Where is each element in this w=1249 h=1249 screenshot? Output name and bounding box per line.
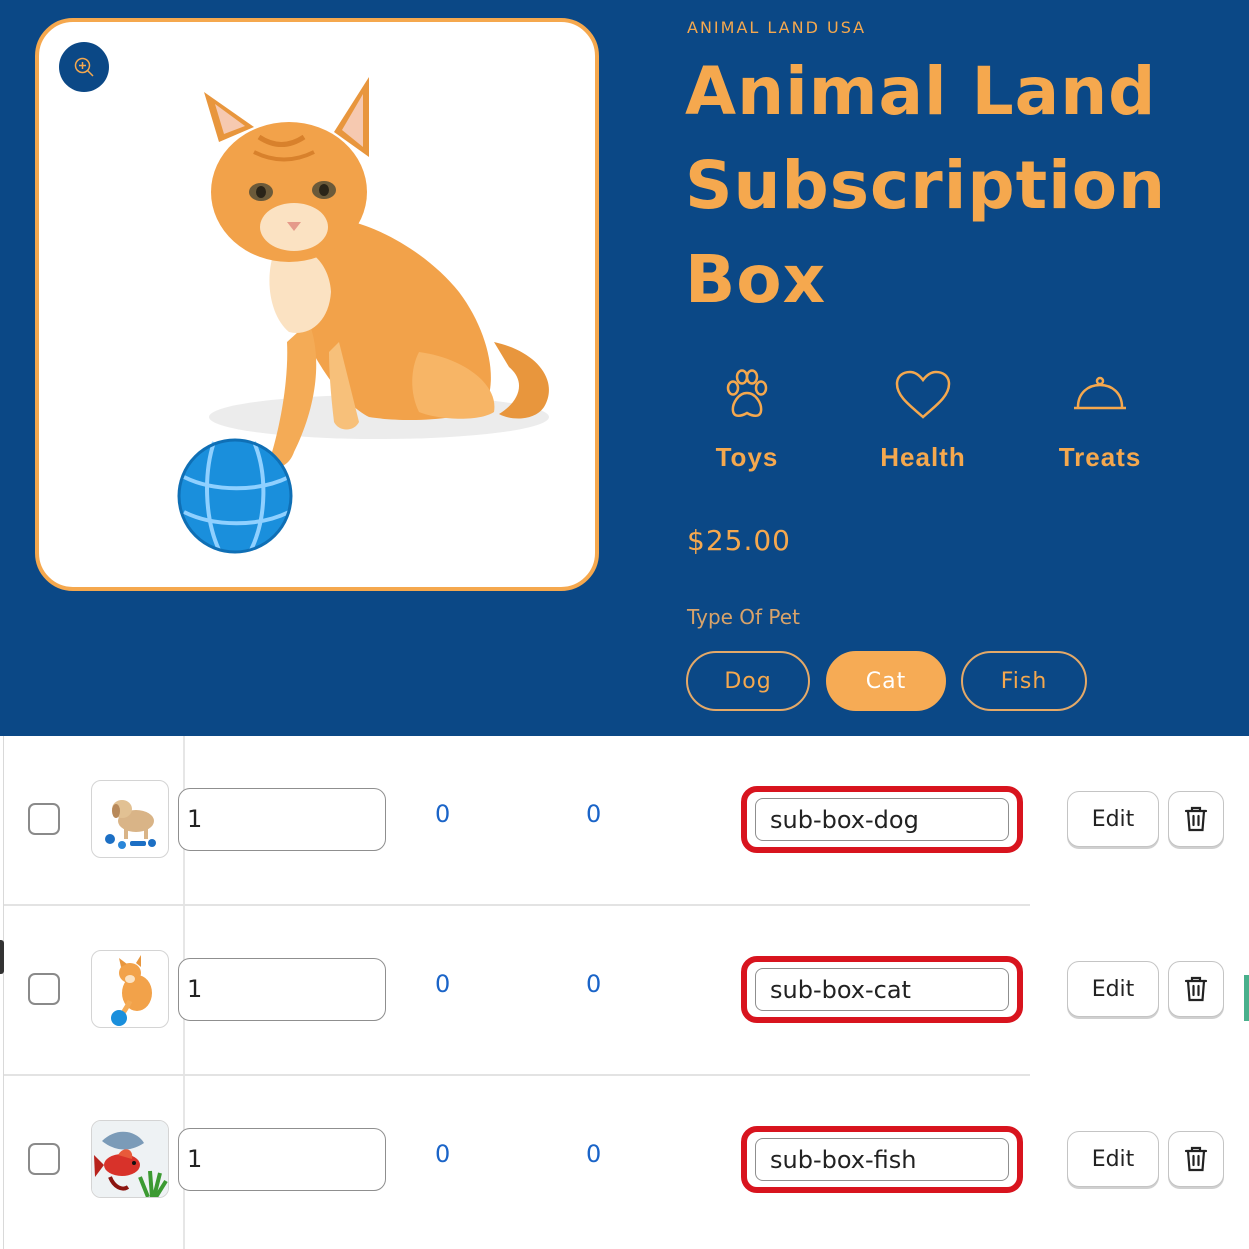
feature-toys: Toys: [667, 362, 827, 473]
table-row: 1 0 0 sub-box-cat Edit: [0, 906, 1249, 1076]
product-vendor: ANIMAL LAND USA: [687, 18, 867, 37]
row-checkbox[interactable]: [28, 1143, 60, 1175]
stock-value[interactable]: 0: [435, 800, 450, 828]
cloche-icon: [1074, 376, 1126, 410]
option-label: Type Of Pet: [687, 605, 800, 629]
trash-icon: [1184, 976, 1208, 1002]
edit-button[interactable]: Edit: [1067, 961, 1159, 1017]
zoom-in-icon: [74, 57, 94, 77]
sku-highlight: sub-box-fish: [741, 1126, 1023, 1193]
sku-input[interactable]: sub-box-dog: [755, 798, 1009, 841]
option-fish[interactable]: Fish: [961, 651, 1087, 711]
variant-table: 1 0 0 sub-box-dog Edit 1 0 0 sub-box-cat…: [0, 736, 1249, 1249]
sku-highlight: sub-box-cat: [741, 956, 1023, 1023]
product-title: Animal Land Subscription Box: [685, 53, 1167, 318]
fish-image: [92, 1121, 168, 1197]
row-checkbox[interactable]: [28, 973, 60, 1005]
edit-button[interactable]: Edit: [1067, 791, 1159, 847]
stock-value[interactable]: 0: [586, 800, 601, 828]
paw-icon: [726, 369, 768, 417]
quantity-input[interactable]: 1: [178, 1128, 386, 1191]
zoom-button[interactable]: [59, 42, 109, 92]
row-checkbox[interactable]: [28, 803, 60, 835]
stock-value[interactable]: 0: [435, 970, 450, 998]
product-hero: ANIMAL LAND USA Animal Land Subscription…: [0, 0, 1249, 736]
product-price: $25.00: [687, 524, 791, 557]
variant-thumbnail-cat: [91, 950, 169, 1028]
cropped-edge-element: [0, 940, 4, 974]
variant-thumbnail-fish: [91, 1120, 169, 1198]
variant-thumbnail-dog: [91, 780, 169, 858]
edit-button[interactable]: Edit: [1067, 1131, 1159, 1187]
feature-label: Treats: [1058, 442, 1142, 472]
delete-button[interactable]: [1168, 961, 1224, 1017]
option-dog[interactable]: Dog: [686, 651, 810, 711]
cropped-edge-element: [1244, 975, 1249, 1021]
sku-highlight: sub-box-dog: [741, 786, 1023, 853]
trash-icon: [1184, 1146, 1208, 1172]
quantity-input[interactable]: 1: [178, 788, 386, 851]
trash-icon: [1184, 806, 1208, 832]
feature-health: Health: [843, 362, 1003, 473]
stock-value[interactable]: 0: [586, 970, 601, 998]
sku-input[interactable]: sub-box-fish: [755, 1138, 1009, 1181]
feature-treats: Treats: [1020, 362, 1180, 473]
cat-image: [111, 955, 152, 1026]
dog-image: [105, 800, 156, 849]
stock-value[interactable]: 0: [435, 1140, 450, 1168]
option-cat[interactable]: Cat: [826, 651, 946, 711]
feature-label: Toys: [715, 442, 779, 472]
table-row: 1 0 0 sub-box-fish Edit: [0, 1076, 1249, 1246]
stock-value[interactable]: 0: [586, 1140, 601, 1168]
delete-button[interactable]: [1168, 791, 1224, 847]
quantity-input[interactable]: 1: [178, 958, 386, 1021]
feature-label: Health: [880, 442, 966, 472]
delete-button[interactable]: [1168, 1131, 1224, 1187]
heart-icon: [895, 370, 951, 419]
kitten-with-ball-image: [177, 77, 549, 554]
sku-input[interactable]: sub-box-cat: [755, 968, 1009, 1011]
product-image-card[interactable]: [35, 18, 599, 591]
table-row: 1 0 0 sub-box-dog Edit: [0, 736, 1249, 906]
